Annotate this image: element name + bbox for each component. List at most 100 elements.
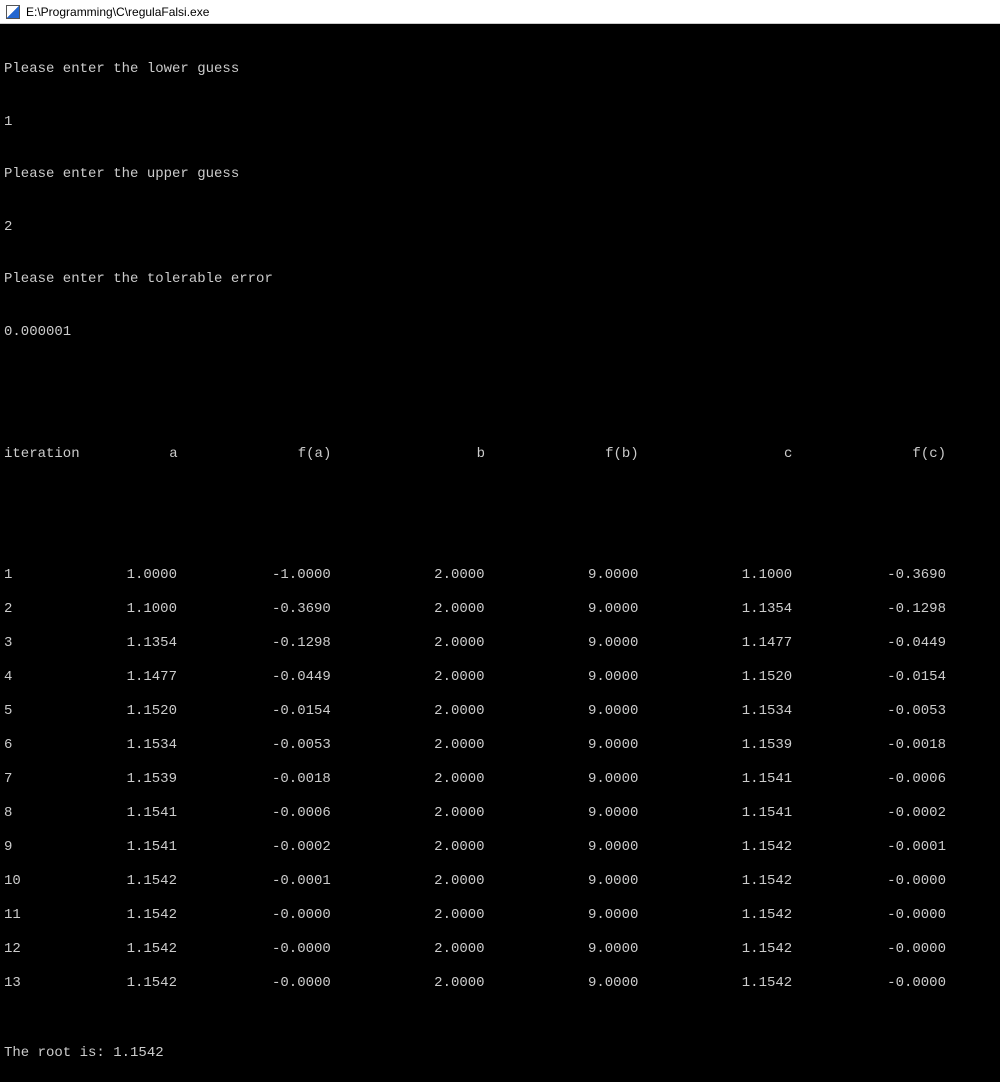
cell-iter: 10 [4, 873, 73, 891]
console-output[interactable]: Please enter the lower guess 1 Please en… [0, 24, 1000, 1082]
cell-fb: 9.0000 [535, 771, 689, 789]
prompt-lower-label: Please enter the lower guess [4, 61, 996, 79]
cell-iter: 5 [4, 703, 73, 721]
cell-c: 1.1542 [688, 907, 842, 925]
header-a: a [74, 446, 228, 464]
cell-fb: 9.0000 [535, 703, 689, 721]
cell-b: 2.0000 [381, 839, 535, 857]
cell-fa: -0.0449 [227, 669, 381, 687]
table-row: 71.1539-0.00182.00009.00001.1541-0.0006 [4, 771, 996, 788]
cell-fa: -0.0006 [227, 805, 381, 823]
iteration-table-body: 11.0000-1.00002.00009.00001.1000-0.36902… [4, 567, 996, 992]
cell-fb: 9.0000 [535, 635, 689, 653]
cell-fa: -0.0018 [227, 771, 381, 789]
cell-fb: 9.0000 [535, 975, 689, 993]
cell-c: 1.1542 [688, 941, 842, 959]
prompt-tol-value: 0.000001 [4, 324, 996, 342]
cell-b: 2.0000 [381, 805, 535, 823]
cell-iter: 7 [4, 771, 73, 789]
cell-fc: -0.0002 [842, 805, 996, 823]
cell-iter: 8 [4, 805, 73, 823]
cell-a: 1.1520 [73, 703, 227, 721]
cell-b: 2.0000 [381, 873, 535, 891]
cell-iter: 13 [4, 975, 73, 993]
cell-b: 2.0000 [381, 635, 535, 653]
cell-fb: 9.0000 [535, 873, 689, 891]
cell-c: 1.1542 [688, 873, 842, 891]
table-row: 101.1542-0.00012.00009.00001.1542-0.0000 [4, 873, 996, 890]
prompt-upper-label: Please enter the upper guess [4, 166, 996, 184]
cell-c: 1.1520 [688, 669, 842, 687]
cell-b: 2.0000 [381, 601, 535, 619]
cell-a: 1.1541 [73, 839, 227, 857]
cell-c: 1.1542 [688, 839, 842, 857]
blank-line [4, 498, 996, 515]
cell-a: 1.1000 [73, 601, 227, 619]
cell-fc: -0.3690 [842, 567, 996, 585]
table-row: 91.1541-0.00022.00009.00001.1542-0.0001 [4, 839, 996, 856]
cell-fb: 9.0000 [535, 805, 689, 823]
cell-fb: 9.0000 [535, 669, 689, 687]
cell-fc: -0.1298 [842, 601, 996, 619]
cell-a: 1.1539 [73, 771, 227, 789]
cell-fc: -0.0449 [842, 635, 996, 653]
window-title: E:\Programming\C\regulaFalsi.exe [26, 5, 209, 19]
cell-fc: -0.0000 [842, 873, 996, 891]
cell-a: 1.1541 [73, 805, 227, 823]
cell-b: 2.0000 [381, 737, 535, 755]
cell-iter: 3 [4, 635, 73, 653]
cell-fc: -0.0000 [842, 941, 996, 959]
cell-fa: -0.0000 [227, 907, 381, 925]
table-row: 31.1354-0.12982.00009.00001.1477-0.0449 [4, 635, 996, 652]
table-row: 111.1542-0.00002.00009.00001.1542-0.0000 [4, 907, 996, 924]
header-iter: iteration [4, 446, 74, 464]
cell-fa: -0.0001 [227, 873, 381, 891]
cell-b: 2.0000 [381, 975, 535, 993]
cell-b: 2.0000 [381, 941, 535, 959]
table-row: 61.1534-0.00532.00009.00001.1539-0.0018 [4, 737, 996, 754]
result-output: The root is: 1.1542 [4, 1045, 996, 1063]
cell-fa: -0.0002 [227, 839, 381, 857]
cell-a: 1.1534 [73, 737, 227, 755]
window-titlebar[interactable]: E:\Programming\C\regulaFalsi.exe [0, 0, 1000, 24]
header-fb: f(b) [535, 446, 689, 464]
cell-fc: -0.0000 [842, 975, 996, 993]
cell-c: 1.1477 [688, 635, 842, 653]
cell-iter: 9 [4, 839, 73, 857]
table-row: 11.0000-1.00002.00009.00001.1000-0.3690 [4, 567, 996, 584]
prompt-tol-label: Please enter the tolerable error [4, 271, 996, 289]
cell-fb: 9.0000 [535, 907, 689, 925]
table-row: 81.1541-0.00062.00009.00001.1541-0.0002 [4, 805, 996, 822]
cell-fb: 9.0000 [535, 839, 689, 857]
cell-fa: -0.0000 [227, 975, 381, 993]
cell-iter: 12 [4, 941, 73, 959]
cell-iter: 11 [4, 907, 73, 925]
cell-fa: -1.0000 [227, 567, 381, 585]
cell-a: 1.1542 [73, 907, 227, 925]
cell-b: 2.0000 [381, 567, 535, 585]
table-row: 21.1000-0.36902.00009.00001.1354-0.1298 [4, 601, 996, 618]
cell-c: 1.1541 [688, 771, 842, 789]
cell-b: 2.0000 [381, 703, 535, 721]
cell-iter: 4 [4, 669, 73, 687]
header-fc: f(c) [842, 446, 996, 464]
table-row: 121.1542-0.00002.00009.00001.1542-0.0000 [4, 941, 996, 958]
cell-fa: -0.1298 [227, 635, 381, 653]
cell-fa: -0.0000 [227, 941, 381, 959]
header-fa: f(a) [228, 446, 382, 464]
blank-line [4, 376, 996, 393]
cell-c: 1.1539 [688, 737, 842, 755]
cell-fa: -0.3690 [227, 601, 381, 619]
cell-a: 1.1354 [73, 635, 227, 653]
cell-a: 1.1477 [73, 669, 227, 687]
cell-fa: -0.0154 [227, 703, 381, 721]
table-row: 41.1477-0.04492.00009.00001.1520-0.0154 [4, 669, 996, 686]
cell-iter: 2 [4, 601, 73, 619]
cell-c: 1.1354 [688, 601, 842, 619]
prompt-upper-value: 2 [4, 219, 996, 237]
cell-fb: 9.0000 [535, 567, 689, 585]
cell-a: 1.1542 [73, 975, 227, 993]
cell-a: 1.1542 [73, 941, 227, 959]
cell-fc: -0.0006 [842, 771, 996, 789]
cell-fc: -0.0000 [842, 907, 996, 925]
